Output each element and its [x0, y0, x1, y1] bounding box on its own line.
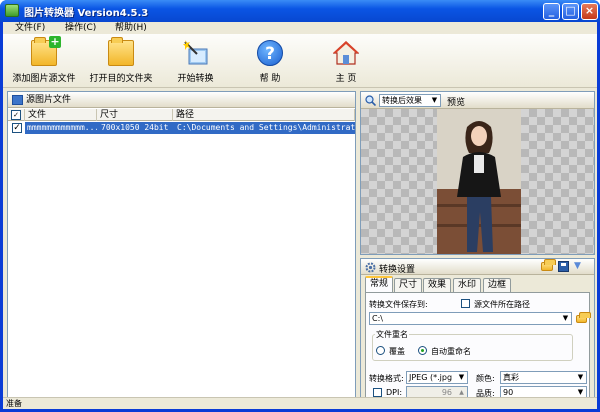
- menu-file[interactable]: 文件(F): [15, 22, 45, 34]
- menu-help[interactable]: 帮助(H): [115, 22, 147, 34]
- gear-icon: [365, 262, 376, 273]
- source-panel-title: 源图片文件: [26, 95, 72, 105]
- tab-border[interactable]: 边框: [483, 278, 512, 292]
- tab-general[interactable]: 常规: [365, 276, 394, 293]
- preview-mode-select[interactable]: 转换后效果 ▼: [379, 94, 441, 107]
- format-label: 转换格式:: [369, 374, 404, 383]
- settings-header: 转换设置 ▼: [361, 259, 594, 275]
- preview-canvas: [361, 109, 594, 254]
- column-file[interactable]: 文件: [25, 109, 97, 121]
- chevron-down-icon: ▼: [562, 314, 569, 322]
- row-path: C:\Documents and Settings\Administrator.…: [173, 122, 355, 134]
- rename-group-label: 文件重名: [375, 329, 409, 340]
- home-icon: [333, 41, 359, 65]
- preview-header: 转换后效果 ▼ 预览: [361, 92, 594, 109]
- chevron-down-icon: ▼: [458, 373, 465, 381]
- open-target-label: 打开目的文件夹: [89, 74, 153, 84]
- open-target-button[interactable]: 打开目的文件夹: [85, 34, 157, 88]
- menu-operate[interactable]: 操作(C): [65, 22, 96, 34]
- source-file-panel: 源图片文件 ✓ 文件 尺寸 路径 ✓ mmmmmmmmmmmm... 700x1…: [7, 91, 356, 402]
- client-area: 文件(F) 操作(C) 帮助(H) + 添加图片源文件 打开目的文件夹 开始转换…: [3, 22, 597, 409]
- add-source-button[interactable]: + 添加图片源文件: [9, 34, 79, 88]
- tab-watermark[interactable]: 水印: [453, 278, 482, 292]
- auto-rename-radio[interactable]: [418, 346, 427, 355]
- dpi-label: DPI:: [386, 388, 403, 397]
- close-button[interactable]: ×: [581, 3, 598, 20]
- chevron-down-icon: ▼: [577, 373, 584, 381]
- start-convert-button[interactable]: 开始转换: [168, 34, 223, 88]
- preview-photo: [437, 109, 521, 254]
- add-folder-icon: +: [31, 36, 61, 66]
- convert-settings-panel: 转换设置 ▼ 常规 尺寸 效果 水印 边框 转换文件保存到: 源文件所在路径 C…: [360, 258, 595, 402]
- general-tab-body: 转换文件保存到: 源文件所在路径 C:\ ▼ 文件重名 覆盖 自动重命名 转换格…: [365, 292, 591, 400]
- save-path-select[interactable]: C:\ ▼: [369, 312, 572, 325]
- help-icon: ?: [257, 40, 283, 66]
- row-file: mmmmmmmmmmmm...: [25, 122, 97, 134]
- row-checkbox[interactable]: ✓: [12, 123, 22, 133]
- home-button[interactable]: 主 页: [319, 34, 373, 88]
- preview-panel: 转换后效果 ▼ 预览: [360, 91, 595, 255]
- help-button[interactable]: ? 帮 助: [243, 34, 297, 88]
- maximize-button[interactable]: □: [562, 3, 579, 20]
- quality-value: 90: [503, 388, 514, 397]
- minimize-button[interactable]: _: [543, 3, 560, 20]
- add-source-label: 添加图片源文件: [12, 74, 76, 84]
- overwrite-label: 覆盖: [389, 347, 405, 356]
- save-path-value: C:\: [372, 314, 383, 323]
- auto-rename-label: 自动重命名: [431, 347, 471, 356]
- tab-size[interactable]: 尺寸: [394, 278, 423, 292]
- image-icon: [12, 95, 23, 105]
- app-icon: [5, 4, 19, 17]
- column-size[interactable]: 尺寸: [97, 109, 173, 121]
- title-bar[interactable]: 图片转换器 Version4.5.3 _ □ ×: [0, 0, 600, 22]
- woman-photo-image: [437, 109, 521, 254]
- save-settings-icon[interactable]: [558, 261, 569, 272]
- file-table-header: ✓ 文件 尺寸 路径: [8, 109, 355, 121]
- source-panel-header: 源图片文件: [8, 92, 355, 108]
- right-panel: 转换后效果 ▼ 预览 转换设置 ▼ 常规 尺寸 效果 水印 边框 转换文件保存到…: [360, 91, 595, 402]
- open-settings-icon[interactable]: [541, 259, 556, 271]
- same-path-checkbox[interactable]: [461, 299, 470, 308]
- tab-effect[interactable]: 效果: [423, 278, 452, 292]
- chevron-down-icon: ▼: [431, 96, 438, 104]
- browse-folder-icon[interactable]: [576, 312, 591, 323]
- color-value: 真彩: [503, 373, 519, 382]
- same-path-label: 源文件所在路径: [474, 300, 530, 309]
- preview-mode-value: 转换后效果: [382, 96, 422, 105]
- magic-wand-icon: [182, 40, 207, 65]
- save-to-label: 转换文件保存到:: [369, 300, 428, 309]
- status-bar: 准备: [3, 397, 597, 409]
- preview-label: 预览: [447, 98, 466, 108]
- app-window: 图片转换器 Version4.5.3 _ □ × 文件(F) 操作(C) 帮助(…: [0, 0, 600, 412]
- home-label: 主 页: [335, 74, 357, 84]
- settings-title: 转换设置: [379, 265, 416, 275]
- help-label: 帮 助: [259, 74, 281, 84]
- collapse-chevron-icon[interactable]: ▼: [574, 261, 581, 271]
- column-path[interactable]: 路径: [173, 109, 355, 121]
- header-checkbox-col[interactable]: ✓: [8, 109, 25, 121]
- format-value: JPEG (*.jpg: [409, 373, 453, 382]
- row-size: 700x1050 24bit: [97, 122, 173, 134]
- folder-icon: [108, 37, 134, 66]
- select-all-checkbox[interactable]: ✓: [11, 110, 21, 120]
- dpi-value: 96: [441, 388, 452, 397]
- status-text: 准备: [6, 399, 22, 408]
- color-label: 颜色:: [476, 374, 495, 383]
- color-select[interactable]: 真彩 ▼: [500, 371, 587, 384]
- menu-bar: 文件(F) 操作(C) 帮助(H): [3, 22, 597, 34]
- start-convert-label: 开始转换: [177, 74, 214, 84]
- format-select[interactable]: JPEG (*.jpg ▼: [406, 371, 468, 384]
- window-title: 图片转换器 Version4.5.3: [24, 8, 149, 19]
- dpi-checkbox[interactable]: [373, 388, 382, 397]
- overwrite-radio[interactable]: [376, 346, 385, 355]
- toolbar: + 添加图片源文件 打开目的文件夹 开始转换 ? 帮 助 主 页: [3, 34, 597, 88]
- table-row[interactable]: ✓ mmmmmmmmmmmm... 700x1050 24bit C:\Docu…: [8, 122, 355, 134]
- zoom-icon: [365, 95, 376, 106]
